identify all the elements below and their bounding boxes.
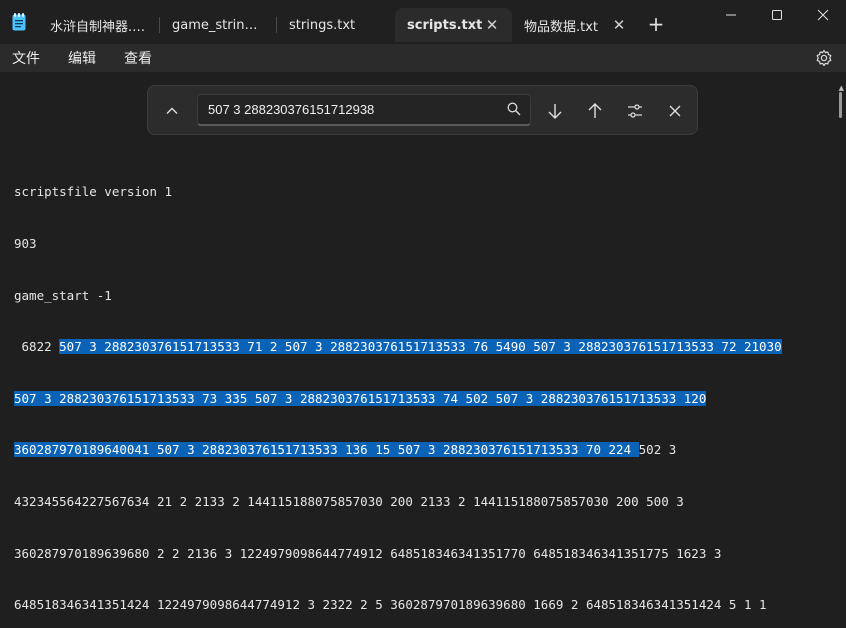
find-input[interactable] bbox=[198, 95, 498, 123]
tab-item-data[interactable]: 物品数据.txt ✕ bbox=[512, 8, 639, 42]
search-highlight: 507 3 288230376151713533 73 335 507 3 28… bbox=[14, 390, 707, 406]
text-line: 507 3 288230376151713533 73 335 507 3 28… bbox=[14, 390, 782, 407]
find-options-button[interactable] bbox=[621, 97, 649, 125]
menu-edit[interactable]: 编辑 bbox=[68, 48, 96, 68]
search-highlight: 360287970189640041 507 3 288230376151713… bbox=[14, 442, 639, 458]
toggle-replace-button[interactable] bbox=[158, 97, 186, 125]
menu-view[interactable]: 查看 bbox=[124, 48, 152, 68]
text-line: 648518346341351424 1224979098644774912 3… bbox=[14, 597, 767, 613]
text-segment: 6822 bbox=[14, 339, 60, 355]
tab-strings[interactable]: strings.txt bbox=[277, 8, 394, 42]
text-line: 360287970189640041 507 3 288230376151713… bbox=[14, 441, 782, 458]
find-field[interactable] bbox=[197, 94, 531, 126]
close-icon bbox=[669, 105, 681, 117]
minimize-icon bbox=[726, 14, 736, 16]
close-tab-icon[interactable]: ✕ bbox=[482, 15, 502, 35]
tab-scripts[interactable]: scripts.txt ✕ bbox=[395, 8, 512, 42]
title-bar: 水浒自制神器.txt game_strings.csv strings.txt … bbox=[0, 0, 846, 44]
find-previous-button[interactable] bbox=[581, 97, 609, 125]
text-line: 432345564227567634 21 2 2133 2 144115188… bbox=[14, 493, 684, 509]
close-window-button[interactable] bbox=[800, 0, 846, 30]
options-sliders-icon bbox=[628, 104, 642, 118]
new-tab-button[interactable]: + bbox=[644, 12, 668, 36]
maximize-icon bbox=[772, 10, 782, 20]
file-content[interactable]: scriptsfile version 1 903 game_start -1 … bbox=[14, 149, 782, 628]
tab-label: 物品数据.txt bbox=[524, 19, 599, 35]
arrow-up-icon bbox=[588, 103, 602, 118]
text-segment: 502 3 bbox=[638, 442, 677, 458]
close-find-button[interactable] bbox=[661, 97, 689, 125]
text-line: 360287970189639680 2 2 2136 3 1224979098… bbox=[14, 545, 722, 561]
search-icon[interactable] bbox=[506, 101, 522, 117]
find-bar bbox=[147, 85, 698, 135]
text-line: game_start -1 bbox=[14, 287, 112, 303]
scrollbar-thumb[interactable] bbox=[839, 92, 842, 118]
text-line: scriptsfile version 1 bbox=[14, 184, 173, 200]
find-next-button[interactable] bbox=[541, 97, 569, 125]
menu-file[interactable]: 文件 bbox=[12, 48, 40, 68]
tab-label: game_strings.csv bbox=[172, 17, 265, 33]
tab-shuihu[interactable]: 水浒自制神器.txt bbox=[38, 8, 160, 42]
chevron-up-icon bbox=[166, 107, 178, 114]
arrow-down-icon bbox=[548, 104, 562, 119]
close-icon bbox=[817, 9, 829, 21]
text-line: 903 bbox=[14, 236, 37, 251]
text-line: 6822 507 3 288230376151713533 71 2 507 3… bbox=[14, 338, 782, 355]
search-highlight: 507 3 288230376151713533 71 2 507 3 2882… bbox=[59, 339, 782, 355]
maximize-button[interactable] bbox=[754, 0, 800, 30]
tab-label: strings.txt bbox=[289, 17, 356, 33]
tab-label: 水浒自制神器.txt bbox=[50, 19, 148, 35]
tab-label: scripts.txt bbox=[407, 17, 483, 33]
minimize-button[interactable] bbox=[708, 0, 754, 30]
scroll-up-arrow-icon[interactable]: ▲ bbox=[839, 84, 844, 92]
close-tab-icon[interactable]: ✕ bbox=[609, 15, 629, 35]
settings-gear-icon[interactable] bbox=[814, 48, 834, 68]
menu-bar: 文件 编辑 查看 bbox=[0, 44, 846, 72]
tab-game-strings[interactable]: game_strings.csv bbox=[160, 8, 277, 42]
notepad-app-icon bbox=[12, 13, 26, 31]
